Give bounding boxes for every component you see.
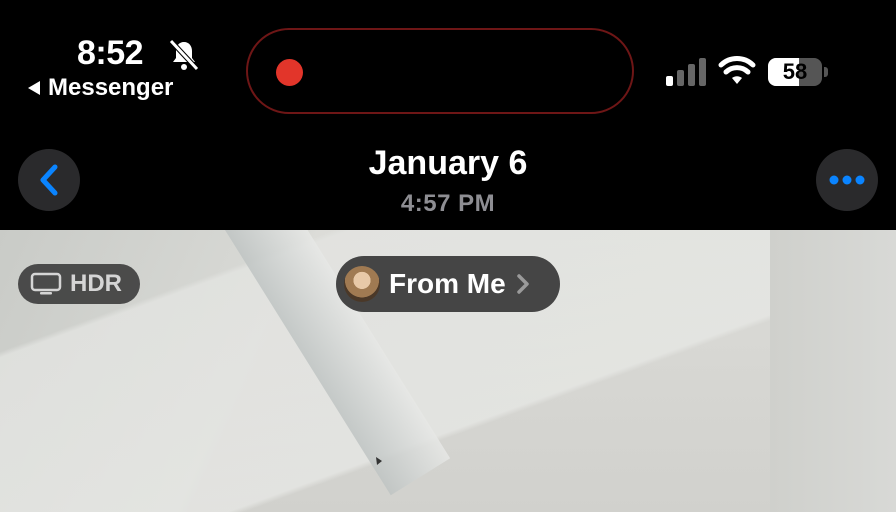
from-me-label: From Me xyxy=(389,268,506,299)
dynamic-island[interactable] xyxy=(246,28,634,114)
clock: 8:52 xyxy=(77,34,144,72)
chevron-right-icon xyxy=(516,274,529,294)
photo-right-wall xyxy=(770,230,896,512)
page-title: January 6 xyxy=(368,144,528,182)
bell-slash-icon xyxy=(169,39,199,71)
from-me-button[interactable]: From Me xyxy=(336,256,560,312)
photo-viewer[interactable]: HDR From Me xyxy=(0,230,896,512)
photo-speck xyxy=(376,457,382,465)
back-app-label: Messenger xyxy=(48,74,174,101)
more-options-button[interactable] xyxy=(816,149,878,211)
ellipsis-icon xyxy=(829,175,865,185)
page-subtitle-time: 4:57 PM xyxy=(400,190,496,217)
signal-icon xyxy=(666,58,706,86)
battery-percent: 58 xyxy=(782,59,808,84)
battery-icon: 58 xyxy=(768,58,828,86)
recording-indicator-icon xyxy=(276,59,303,86)
wifi-icon xyxy=(718,56,756,84)
back-triangle-icon xyxy=(28,81,40,95)
avatar xyxy=(344,266,380,302)
hdr-label: HDR xyxy=(70,270,122,297)
back-to-app-link[interactable]: Messenger xyxy=(28,74,173,102)
navigation-bar: January 6 4:57 PM xyxy=(0,130,896,230)
status-bar: 8:52 Messenger 58 xyxy=(0,0,896,130)
display-icon xyxy=(30,272,62,295)
hdr-badge[interactable]: HDR xyxy=(18,264,140,304)
